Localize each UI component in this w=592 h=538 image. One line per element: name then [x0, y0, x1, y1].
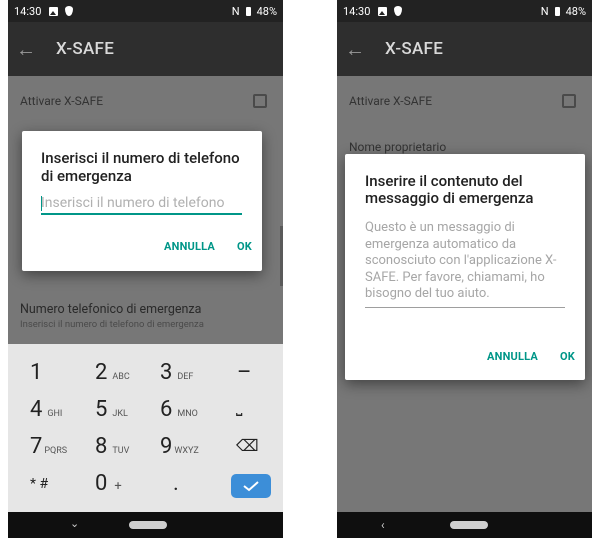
nav-bar: ⌄	[8, 512, 283, 538]
right-phone-screen: 14:30 N 48% ← X-SAFE Attivare X-SAFE Nom…	[337, 0, 592, 538]
key-star-hash[interactable]: * #	[30, 476, 48, 492]
text-cursor	[41, 196, 42, 211]
battery-icon	[554, 6, 560, 16]
app-title: X-SAFE	[56, 39, 115, 59]
activate-label: Attivare X-SAFE	[349, 94, 433, 108]
dialog-title: Inserisci il numero di telefono di emerg…	[41, 149, 240, 185]
activate-label: Attivare X-SAFE	[20, 94, 104, 108]
shield-notification-icon	[394, 6, 403, 16]
activate-setting-row[interactable]: Attivare X-SAFE	[337, 92, 592, 110]
done-key[interactable]	[231, 474, 271, 498]
emergency-message-dialog: Inserire il contenuto del messaggio di e…	[345, 154, 585, 380]
app-bar: ← X-SAFE	[337, 22, 592, 76]
nav-bar: ‹	[337, 512, 592, 538]
status-bar: 14:30 N 48%	[8, 0, 283, 22]
ok-button[interactable]: OK	[560, 350, 575, 363]
chevron-down-icon[interactable]: ⌄	[70, 517, 79, 530]
app-bar: ← X-SAFE	[8, 22, 283, 76]
key-6[interactable]: 6 MNO	[160, 397, 198, 422]
key-5[interactable]: 5 JKL	[95, 397, 128, 422]
left-phone-screen: 14:30 N 48% ← X-SAFE Attivare X-SAFE Ins…	[8, 0, 283, 538]
owner-name-label: Nome proprietario	[349, 140, 447, 154]
battery-percent: 48%	[256, 4, 277, 18]
emergency-number-subtitle: Inserisci il numero di telefono di emerg…	[20, 319, 204, 330]
activate-checkbox[interactable]	[253, 94, 267, 108]
shield-notification-icon	[65, 6, 74, 16]
key-2[interactable]: 2 ABC	[95, 360, 130, 385]
cancel-button[interactable]: ANNULLA	[164, 240, 215, 253]
key-7[interactable]: 7 PQRS	[30, 434, 67, 459]
phone-number-dialog: Inserisci il numero di telefono di emerg…	[22, 131, 262, 271]
key-4[interactable]: 4 GHI	[30, 397, 62, 422]
key-dot[interactable]: .	[173, 471, 179, 496]
dialog-actions: ANNULLA OK	[487, 350, 575, 363]
owner-name-row[interactable]: Nome proprietario	[337, 139, 592, 155]
activate-checkbox[interactable]	[562, 94, 576, 108]
app-title: X-SAFE	[385, 39, 444, 59]
status-time: 14:30	[343, 4, 371, 18]
key-8[interactable]: 8 TUV	[95, 434, 129, 459]
home-pill[interactable]	[129, 521, 167, 529]
activate-setting-row[interactable]: Attivare X-SAFE	[8, 92, 283, 110]
key-dash[interactable]: –	[237, 360, 251, 385]
scrollbar[interactable]	[280, 226, 283, 286]
back-arrow-icon[interactable]: ←	[8, 37, 44, 62]
battery-icon	[245, 6, 251, 16]
backspace-key[interactable]: ⌫	[236, 436, 259, 455]
dialog-title: Inserire il contenuto del messaggio di e…	[365, 172, 534, 207]
back-nav-icon[interactable]: ‹	[381, 518, 385, 532]
status-bar: 14:30 N 48%	[337, 0, 592, 22]
home-pill[interactable]	[450, 521, 488, 529]
space-key[interactable]: ⎵	[236, 397, 242, 417]
key-9[interactable]: 9 WXYZ	[160, 434, 199, 459]
dialog-actions: ANNULLA OK	[164, 240, 252, 253]
back-arrow-icon[interactable]: ←	[337, 37, 373, 62]
emergency-message-textarea[interactable]: Questo è un messaggio di emergenza autom…	[365, 220, 565, 308]
numeric-keyboard: 1 2 ABC 3 DEF – 4 GHI 5 JKL 6 MNO ⎵ 7 PQRS 8 TU…	[8, 344, 283, 512]
emergency-number-row[interactable]: Numero telefonico di emergenza Inserisci…	[8, 302, 283, 330]
key-3[interactable]: 3 DEF	[160, 360, 193, 385]
nfc-icon: N	[231, 4, 240, 18]
status-time: 14:30	[14, 4, 42, 18]
ok-button[interactable]: OK	[237, 240, 252, 253]
key-1[interactable]: 1	[30, 360, 47, 385]
image-notification-icon	[378, 6, 388, 16]
phone-number-placeholder: Inserisci il numero di telefono	[41, 195, 225, 211]
image-notification-icon	[49, 6, 59, 16]
cancel-button[interactable]: ANNULLA	[487, 350, 538, 363]
checkmark-icon	[243, 481, 259, 492]
battery-percent: 48%	[565, 4, 586, 18]
phone-number-input[interactable]: Inserisci il numero di telefono	[41, 195, 242, 215]
emergency-number-title: Numero telefonico di emergenza	[20, 302, 202, 317]
key-0[interactable]: 0 +	[95, 471, 122, 496]
nfc-icon: N	[540, 4, 549, 18]
